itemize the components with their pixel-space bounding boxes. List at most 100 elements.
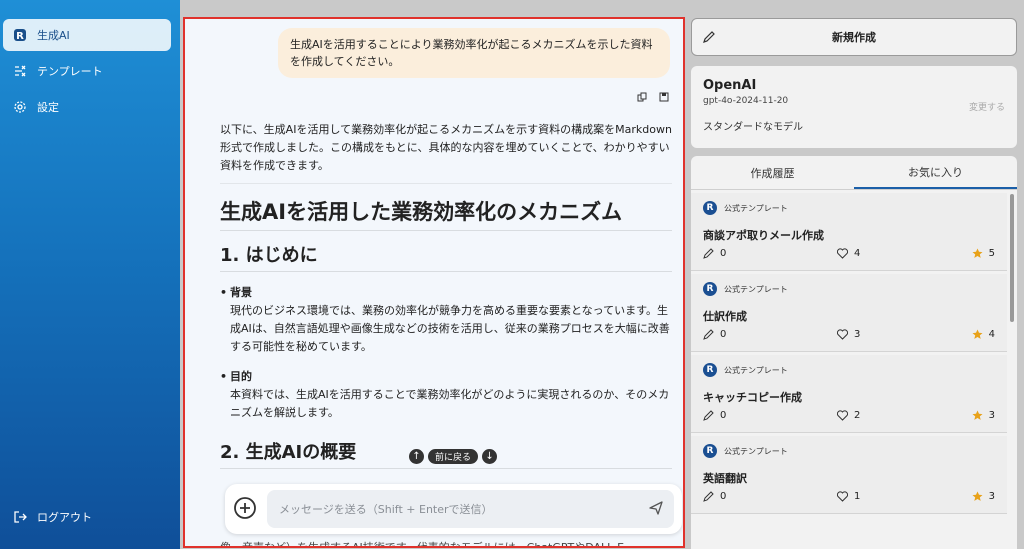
- new-chat-button[interactable]: 新規作成: [691, 18, 1017, 56]
- logout-label: ログアウト: [37, 511, 92, 524]
- change-model-button[interactable]: 変更する: [969, 100, 1005, 113]
- model-provider: OpenAI: [703, 78, 757, 93]
- template-source-label: 公式テンプレート: [724, 284, 788, 294]
- message-input[interactable]: [267, 490, 674, 528]
- message-composer: [225, 484, 682, 534]
- copy-icon[interactable]: [637, 87, 647, 106]
- star-rating: 4: [972, 329, 995, 340]
- template-source-label: 公式テンプレート: [724, 203, 788, 213]
- sidebar-item-settings[interactable]: 設定: [3, 91, 171, 123]
- edit-count: 0: [703, 410, 726, 421]
- new-chat-label: 新規作成: [832, 31, 876, 44]
- template-card[interactable]: R 公式テンプレート 仕訳作成 0 3 4: [691, 274, 1007, 352]
- sidebar-item-label: 生成AI: [37, 29, 70, 42]
- save-icon[interactable]: [659, 87, 669, 106]
- official-logo-icon: R: [703, 444, 717, 458]
- like-count[interactable]: 1: [837, 491, 860, 502]
- logout-icon: [13, 510, 27, 524]
- edit-count: 0: [703, 491, 726, 502]
- like-count[interactable]: 2: [837, 410, 860, 421]
- list-item: • 背景 現代のビジネス環境では、業務の効率化が競争力を高める重要な要素となって…: [220, 284, 672, 356]
- add-attachment-icon[interactable]: [233, 496, 257, 520]
- user-message: 生成AIを活用することにより業務効率化が起こるメカニズムを示した資料を作成してく…: [278, 28, 670, 78]
- bullet-text: 現代のビジネス環境では、業務の効率化が競争力を高める重要な要素となっています。生…: [230, 304, 670, 353]
- answer-intro: 以下に、生成AIを活用して業務効率化が起こるメカニズムを示す資料の構成案をMar…: [220, 121, 672, 184]
- template-stats: 0 3 4: [703, 329, 995, 343]
- template-source: R 公式テンプレート: [703, 363, 995, 377]
- template-card[interactable]: R 公式テンプレート 商談アポ取りメール作成 0 4 5: [691, 193, 1007, 271]
- heart-icon: [837, 329, 848, 340]
- list-item: • 目的 本資料では、生成AIを活用することで業務効率化がどのように実現されるの…: [220, 368, 672, 422]
- heart-icon: [837, 248, 848, 259]
- heart-icon: [837, 491, 848, 502]
- template-title: 商談アポ取りメール作成: [703, 229, 824, 242]
- model-card: OpenAI gpt-4o-2024-11-20 スタンダードなモデル 変更する: [691, 66, 1017, 148]
- template-stats: 0 1 3: [703, 491, 995, 505]
- assistant-answer: 以下に、生成AIを活用して業務効率化が起こるメカニズムを示す資料の構成案をMar…: [220, 121, 672, 469]
- edit-count: 0: [703, 248, 726, 259]
- template-card[interactable]: R 公式テンプレート キャッチコピー作成 0 2 3: [691, 355, 1007, 433]
- bullet-term: 目的: [230, 370, 252, 383]
- right-panel: 新規作成 OpenAI gpt-4o-2024-11-20 スタンダードなモデル…: [691, 0, 1017, 549]
- template-source: R 公式テンプレート: [703, 444, 995, 458]
- pencil-icon: [703, 248, 714, 259]
- scrollbar[interactable]: [1010, 194, 1014, 322]
- bullet-icon: •: [220, 286, 228, 299]
- answer-heading: 生成AIを活用した業務効率化のメカニズム: [220, 196, 672, 231]
- bullet-text: 本資料では、生成AIを活用することで業務効率化がどのように実現されるのか、そのメ…: [230, 388, 670, 419]
- like-count[interactable]: 4: [837, 248, 860, 259]
- bullet-icon: •: [220, 370, 228, 383]
- template-source-label: 公式テンプレート: [724, 365, 788, 375]
- template-stats: 0 4 5: [703, 248, 995, 262]
- app-logo-icon: R: [13, 28, 27, 42]
- star-icon: [972, 410, 983, 420]
- tab-bar: 作成履歴 お気に入り: [691, 156, 1017, 190]
- bullet-term: 背景: [230, 286, 252, 299]
- template-stats: 0 2 3: [703, 410, 995, 424]
- pencil-icon: [703, 491, 714, 502]
- template-source: R 公式テンプレート: [703, 282, 995, 296]
- star-rating: 3: [972, 410, 995, 421]
- chat-panel: 生成AIを活用することにより業務効率化が起こるメカニズムを示した資料を作成してく…: [183, 17, 685, 548]
- back-button[interactable]: 前に戻る: [428, 449, 479, 464]
- scroll-up-icon[interactable]: ↑: [409, 449, 424, 464]
- sidebar-item-label: テンプレート: [37, 65, 103, 78]
- logout-button[interactable]: ログアウト: [3, 501, 171, 533]
- star-rating: 5: [972, 248, 995, 259]
- sidebar: R 生成AI テンプレート 設定 ログアウト: [0, 0, 180, 549]
- like-count[interactable]: 3: [837, 329, 860, 340]
- edit-count: 0: [703, 329, 726, 340]
- template-icon: [13, 64, 27, 78]
- heart-icon: [837, 410, 848, 421]
- templates-panel: 作成履歴 お気に入り R 公式テンプレート 商談アポ取りメール作成 0 4 5 R…: [691, 156, 1017, 549]
- pencil-icon: [703, 410, 714, 421]
- official-logo-icon: R: [703, 201, 717, 215]
- sidebar-item-templates[interactable]: テンプレート: [3, 55, 171, 87]
- template-title: 仕訳作成: [703, 310, 747, 323]
- template-source: R 公式テンプレート: [703, 201, 995, 215]
- tab-favorites[interactable]: お気に入り: [854, 156, 1017, 189]
- star-icon: [972, 248, 983, 258]
- template-card[interactable]: R 公式テンプレート 英語翻訳 0 1 3: [691, 436, 1007, 514]
- section-heading: 1. はじめに: [220, 241, 672, 272]
- model-description: スタンダードなモデル: [703, 122, 803, 133]
- sidebar-item-generative-ai[interactable]: R 生成AI: [3, 19, 171, 51]
- tab-history[interactable]: 作成履歴: [691, 156, 854, 189]
- pencil-icon: [703, 329, 714, 340]
- sidebar-item-label: 設定: [37, 101, 59, 114]
- star-icon: [972, 329, 983, 339]
- answer-continuation: 像、音声など）を生成するAI技術です。代表的なモデルには、ChatGPTやDAL…: [220, 541, 636, 548]
- message-tools: [637, 87, 669, 106]
- pencil-icon: [702, 30, 716, 44]
- template-title: 英語翻訳: [703, 472, 747, 485]
- template-title: キャッチコピー作成: [703, 391, 802, 404]
- official-logo-icon: R: [703, 363, 717, 377]
- send-icon[interactable]: [648, 500, 664, 516]
- svg-text:R: R: [16, 31, 24, 42]
- gear-icon: [13, 100, 27, 114]
- template-source-label: 公式テンプレート: [724, 446, 788, 456]
- star-rating: 3: [972, 491, 995, 502]
- official-logo-icon: R: [703, 282, 717, 296]
- star-icon: [972, 491, 983, 501]
- scroll-down-icon[interactable]: ↓: [482, 449, 498, 464]
